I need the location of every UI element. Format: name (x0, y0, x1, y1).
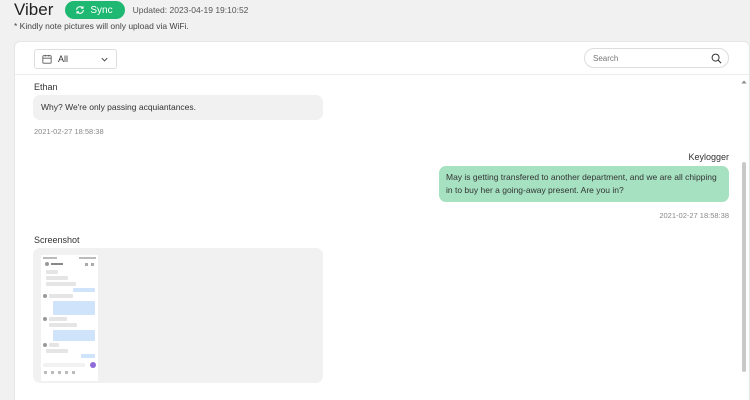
search-box[interactable] (584, 48, 729, 68)
chat-panel: All Ethan Why? We're only passing acquia… (14, 41, 750, 400)
message-sender: Ethan (34, 82, 58, 92)
message-timestamp: 2021-02-27 18:58:38 (34, 127, 104, 136)
search-input[interactable] (593, 53, 703, 63)
updated-timestamp: Updated: 2023-04-19 19:10:52 (132, 5, 249, 15)
top-bar: Viber Sync Updated: 2023-04-19 19:10:52 (14, 0, 248, 20)
message-bubble-outgoing: May is getting transfered to another dep… (439, 166, 729, 202)
message-sender: Keylogger (688, 152, 729, 162)
search-icon[interactable] (711, 53, 722, 64)
scrollbar-thumb[interactable] (742, 162, 746, 372)
screenshot-attachment[interactable] (33, 248, 323, 383)
chevron-down-icon (101, 57, 108, 62)
screenshot-thumbnail (41, 255, 98, 381)
date-filter-dropdown[interactable]: All (34, 49, 117, 69)
wifi-note: * Kindly note pictures will only upload … (14, 21, 189, 31)
sync-icon (76, 6, 85, 14)
message-timestamp: 2021-02-27 18:58:38 (659, 211, 729, 220)
chat-toolbar: All (15, 42, 749, 75)
app-title: Viber (14, 0, 54, 19)
message-list[interactable]: Ethan Why? We're only passing acquiantan… (15, 76, 749, 400)
calendar-icon (42, 54, 52, 64)
sync-button-label: Sync (90, 4, 113, 16)
sync-button[interactable]: Sync (65, 1, 125, 19)
message-sender: Screenshot (34, 235, 80, 245)
date-filter-value: All (58, 54, 69, 64)
scroll-up-arrow-icon[interactable] (741, 79, 747, 85)
message-bubble-incoming: Why? We're only passing acquiantances. (33, 95, 323, 120)
